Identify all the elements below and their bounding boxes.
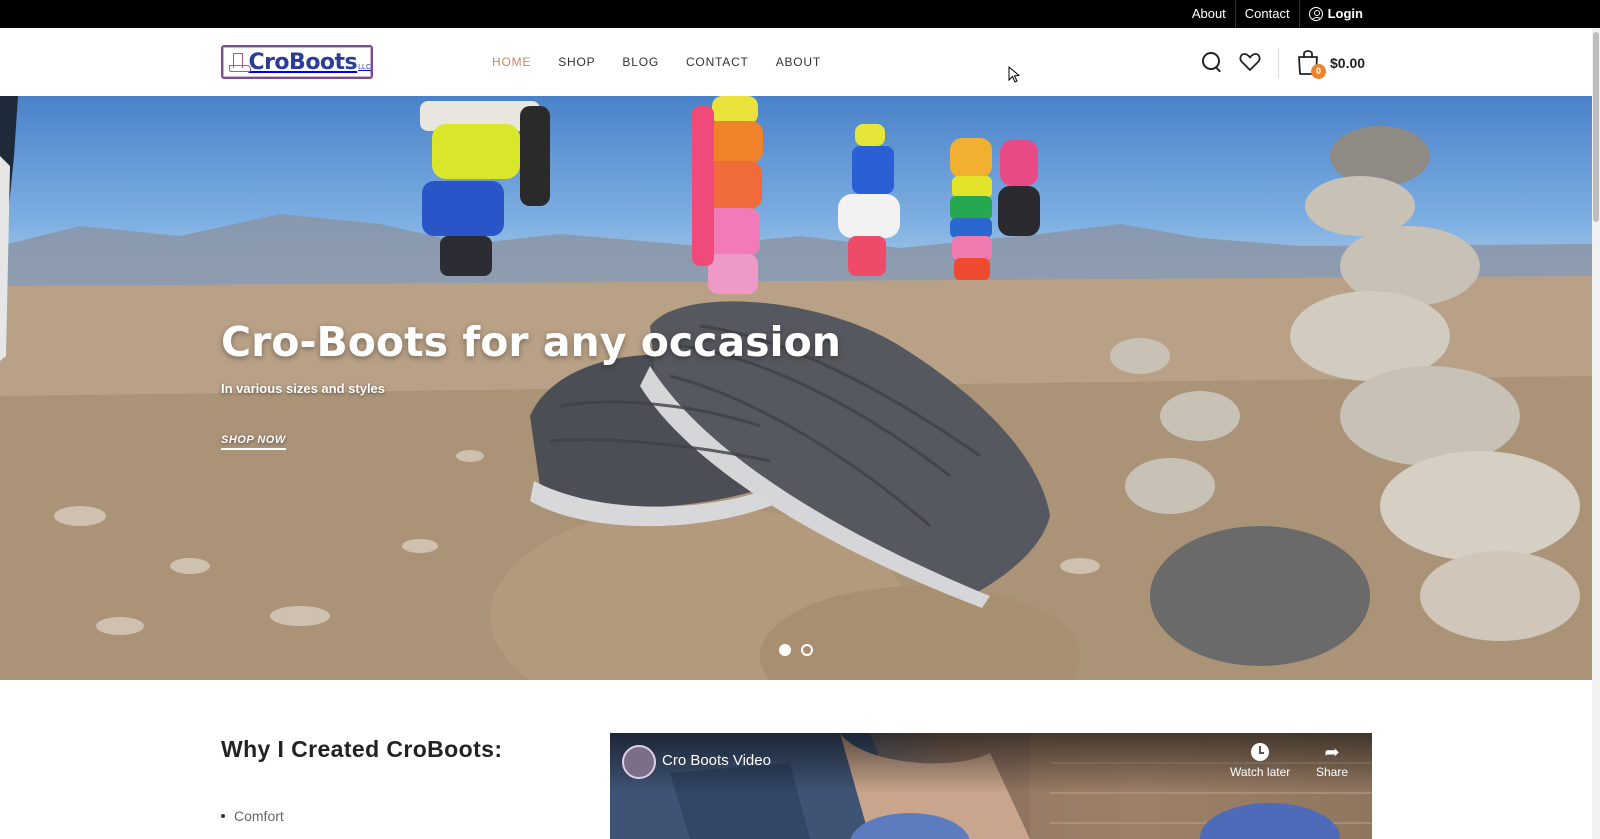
- nav-item-contact[interactable]: CONTACT: [686, 55, 749, 69]
- heart-icon[interactable]: [1239, 52, 1261, 72]
- clock-icon: [1251, 743, 1270, 761]
- shop-now-button[interactable]: SHOP NOW: [221, 434, 286, 450]
- logo-suffix: LLC: [358, 64, 371, 71]
- why-list: Comfort: [221, 808, 284, 824]
- header-divider: [1278, 48, 1279, 78]
- nav-item-about[interactable]: ABOUT: [776, 55, 821, 69]
- boot-logo-icon: [229, 52, 252, 72]
- main-nav: HOME SHOP BLOG CONTACT ABOUT: [492, 28, 821, 96]
- top-link-about[interactable]: About: [1183, 0, 1235, 28]
- mouse-cursor-icon: [1008, 66, 1020, 83]
- slider-dots: [779, 644, 813, 656]
- channel-avatar[interactable]: [622, 745, 656, 779]
- hero-title: Cro-Boots for any occasion: [221, 318, 841, 366]
- site-logo[interactable]: CroBoots LLC: [221, 45, 373, 79]
- share-button[interactable]: ➦ Share: [1316, 743, 1348, 779]
- watch-later-button[interactable]: Watch later: [1230, 743, 1290, 779]
- video-embed[interactable]: Cro Boots Video Watch later ➦ Share: [610, 733, 1372, 839]
- login-label: Login: [1327, 6, 1363, 21]
- nav-item-blog[interactable]: BLOG: [622, 55, 659, 69]
- why-title: Why I Created CroBoots:: [221, 736, 503, 762]
- nav-item-home[interactable]: HOME: [492, 55, 531, 69]
- cart-count-badge: 0: [1311, 64, 1326, 79]
- slider-dot-1[interactable]: [779, 644, 791, 656]
- nav-item-shop[interactable]: SHOP: [558, 55, 595, 69]
- user-icon: [1308, 7, 1323, 21]
- cart-total[interactable]: $0.00: [1330, 55, 1365, 71]
- slider-dot-2[interactable]: [801, 644, 813, 656]
- hero-slider: Cro-Boots for any occasion In various si…: [0, 96, 1592, 680]
- page: About Contact Login CroBoots LLC HOME SH…: [0, 0, 1600, 839]
- share-label: Share: [1316, 765, 1349, 779]
- scrollbar-thumb[interactable]: [1593, 32, 1599, 222]
- top-links: About Contact Login: [1183, 0, 1372, 28]
- top-link-contact[interactable]: Contact: [1234, 0, 1299, 28]
- logo-text: CroBoots: [248, 49, 358, 75]
- list-item: Comfort: [221, 808, 284, 824]
- hero-subtitle: In various sizes and styles: [221, 381, 386, 396]
- top-bar: About Contact Login: [0, 0, 1600, 28]
- login-link[interactable]: Login: [1298, 0, 1372, 28]
- site-header: CroBoots LLC HOME SHOP BLOG CONTACT ABOU…: [0, 28, 1600, 96]
- watch-later-label: Watch later: [1230, 765, 1291, 779]
- search-icon[interactable]: [1202, 52, 1222, 72]
- video-title[interactable]: Cro Boots Video: [662, 752, 771, 769]
- share-icon: ➦: [1324, 742, 1340, 762]
- page-scrollbar[interactable]: [1592, 28, 1600, 839]
